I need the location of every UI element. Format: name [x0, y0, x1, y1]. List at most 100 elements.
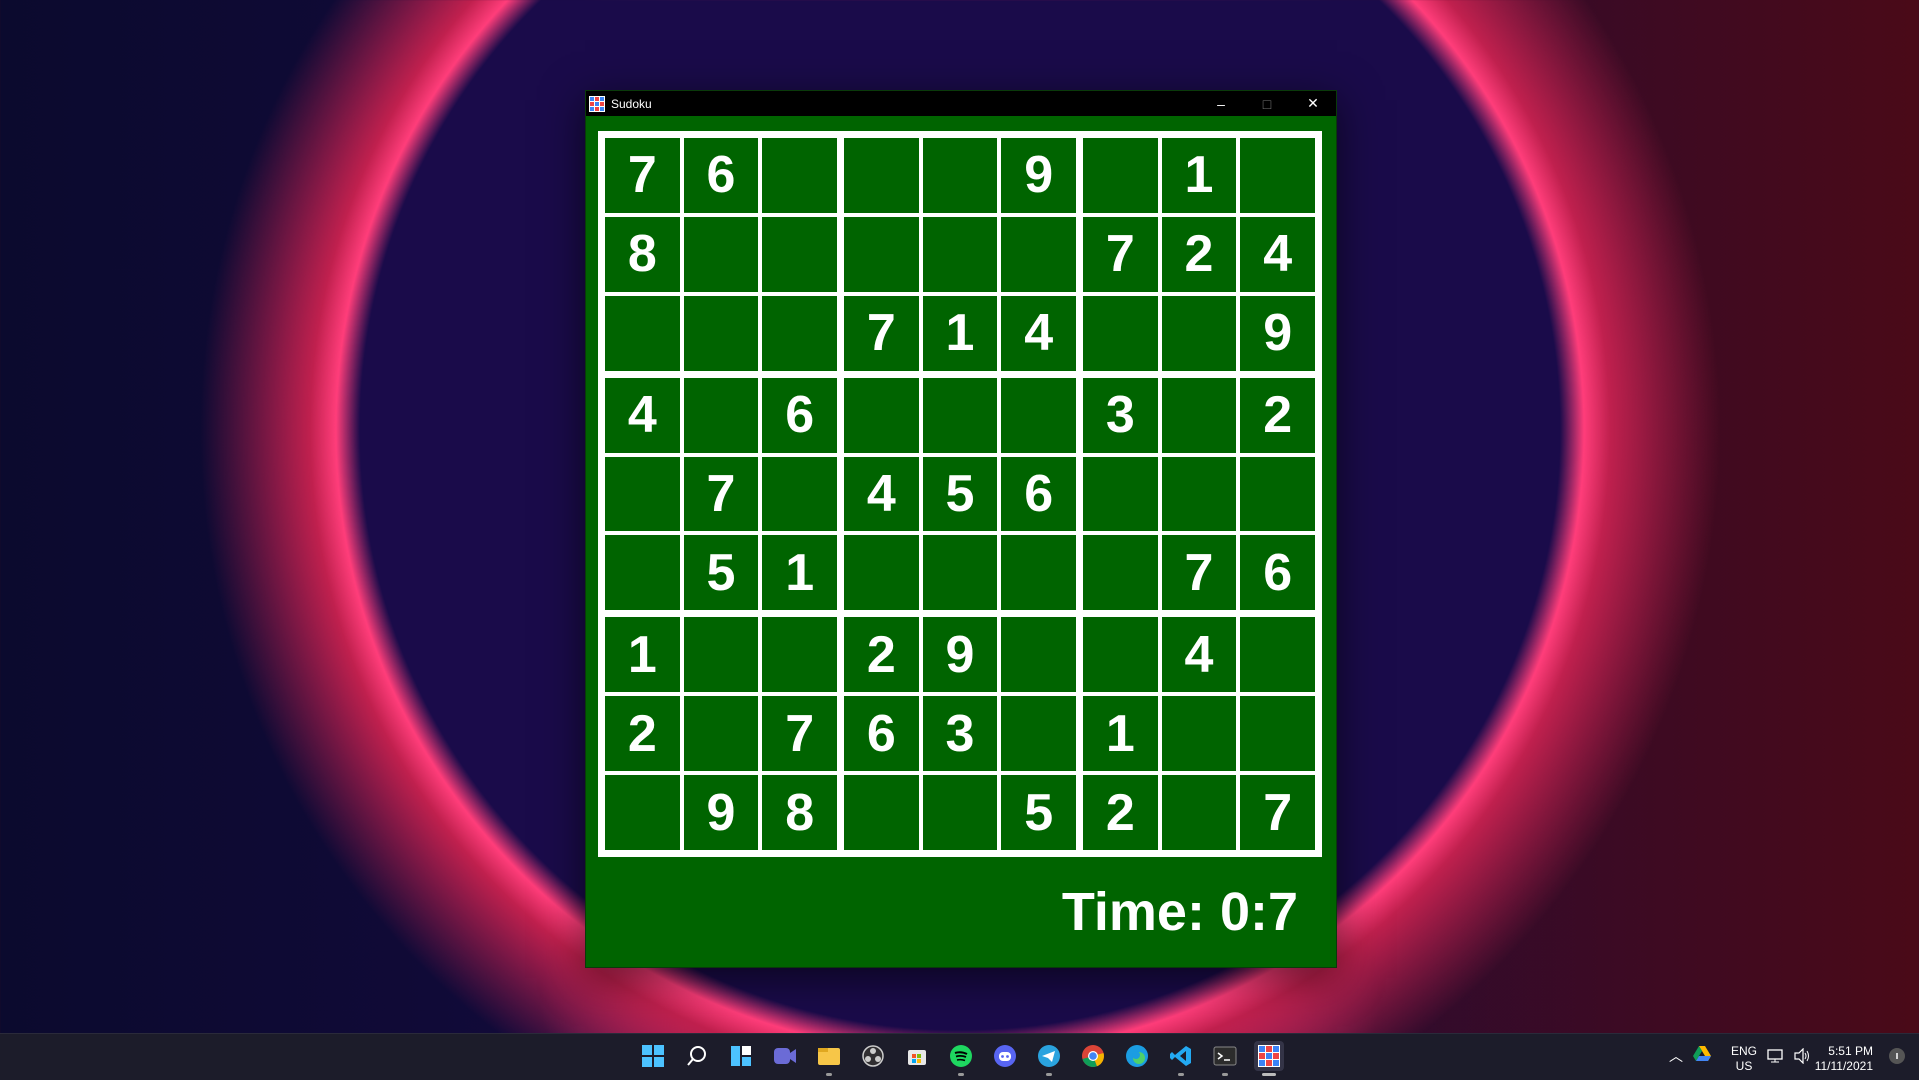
sudoku-cell[interactable]: [1001, 617, 1076, 693]
windows-start-icon[interactable]: [638, 1041, 668, 1071]
sudoku-cell[interactable]: 4: [1161, 617, 1237, 693]
sudoku-cell[interactable]: [762, 617, 837, 693]
sudoku-cell[interactable]: [1161, 456, 1237, 532]
sudoku-cell[interactable]: [683, 617, 759, 693]
search-icon[interactable]: [682, 1041, 712, 1071]
obs-icon[interactable]: [858, 1041, 888, 1071]
sudoku-cell[interactable]: [683, 216, 759, 292]
sudoku-cell[interactable]: [844, 216, 919, 292]
sudoku-cell[interactable]: 4: [1001, 295, 1076, 371]
sudoku-cell[interactable]: 6: [1001, 456, 1076, 532]
sudoku-cell[interactable]: 4: [1240, 216, 1315, 292]
sudoku-cell[interactable]: [605, 775, 680, 850]
sudoku-cell[interactable]: [1161, 775, 1237, 850]
vscode-icon[interactable]: [1166, 1041, 1196, 1076]
sudoku-cell[interactable]: 2: [844, 617, 919, 693]
sudoku-cell[interactable]: [1001, 216, 1076, 292]
file-explorer-icon[interactable]: [814, 1041, 844, 1076]
sudoku-cell[interactable]: [922, 216, 998, 292]
sudoku-cell[interactable]: 6: [844, 696, 919, 772]
title-bar[interactable]: Sudoku – □ ✕: [586, 91, 1336, 116]
sudoku-cell[interactable]: [1161, 295, 1237, 371]
sudoku-cell[interactable]: [1001, 535, 1076, 611]
sudoku-cell[interactable]: 3: [922, 696, 998, 772]
sudoku-cell[interactable]: [683, 377, 759, 453]
sudoku-cell[interactable]: 9: [1001, 138, 1076, 213]
sudoku-cell[interactable]: 5: [683, 535, 759, 611]
sudoku-cell[interactable]: 3: [1083, 377, 1158, 453]
sudoku-cell[interactable]: 1: [762, 535, 837, 611]
sudoku-cell[interactable]: [762, 295, 837, 371]
sudoku-cell[interactable]: 5: [922, 456, 998, 532]
sudoku-cell[interactable]: 4: [844, 456, 919, 532]
sudoku-cell[interactable]: 7: [1083, 216, 1158, 292]
sudoku-cell[interactable]: 4: [605, 377, 680, 453]
sudoku-cell[interactable]: [1240, 138, 1315, 213]
close-button[interactable]: ✕: [1290, 91, 1336, 116]
sudoku-cell[interactable]: 9: [1240, 295, 1315, 371]
widgets-icon[interactable]: [726, 1041, 756, 1071]
sudoku-cell[interactable]: 2: [605, 696, 680, 772]
clock[interactable]: 5:51 PM 11/11/2021: [1815, 1044, 1873, 1074]
sudoku-cell[interactable]: [1001, 377, 1076, 453]
chrome-icon[interactable]: [1078, 1041, 1108, 1071]
sudoku-cell[interactable]: [1083, 535, 1158, 611]
volume-icon[interactable]: [1793, 1047, 1811, 1067]
sudoku-cell[interactable]: 8: [605, 216, 680, 292]
sudoku-cell[interactable]: 6: [1240, 535, 1315, 611]
store-icon[interactable]: [902, 1041, 932, 1071]
sudoku-cell[interactable]: [683, 696, 759, 772]
sudoku-cell[interactable]: 6: [683, 138, 759, 213]
discord-icon[interactable]: [990, 1041, 1020, 1071]
sudoku-cell[interactable]: 1: [1083, 696, 1158, 772]
sudoku-cell[interactable]: 8: [762, 775, 837, 850]
sudoku-cell[interactable]: [605, 295, 680, 371]
sudoku-taskbar-icon[interactable]: [1254, 1041, 1284, 1076]
sudoku-cell[interactable]: 1: [922, 295, 998, 371]
sudoku-cell[interactable]: 7: [605, 138, 680, 213]
spotify-icon[interactable]: [946, 1041, 976, 1076]
minimize-button[interactable]: –: [1198, 91, 1244, 116]
sudoku-cell[interactable]: 9: [683, 775, 759, 850]
sudoku-cell[interactable]: [922, 138, 998, 213]
google-drive-icon[interactable]: [1693, 1046, 1711, 1065]
sudoku-cell[interactable]: [1240, 696, 1315, 772]
language-indicator[interactable]: ENG US: [1731, 1044, 1757, 1074]
maximize-button[interactable]: □: [1244, 91, 1290, 116]
sudoku-cell[interactable]: 9: [922, 617, 998, 693]
sudoku-cell[interactable]: [762, 138, 837, 213]
sudoku-cell[interactable]: [1161, 377, 1237, 453]
sudoku-cell[interactable]: [844, 535, 919, 611]
sudoku-cell[interactable]: 7: [1240, 775, 1315, 850]
sudoku-cell[interactable]: [1240, 617, 1315, 693]
sudoku-cell[interactable]: [605, 535, 680, 611]
sudoku-cell[interactable]: [1083, 456, 1158, 532]
sudoku-cell[interactable]: [1083, 138, 1158, 213]
sudoku-cell[interactable]: 5: [1001, 775, 1076, 850]
sudoku-cell[interactable]: 6: [762, 377, 837, 453]
network-icon[interactable]: [1767, 1048, 1785, 1067]
sudoku-cell[interactable]: [1240, 456, 1315, 532]
sudoku-cell[interactable]: [1001, 696, 1076, 772]
sudoku-cell[interactable]: [844, 138, 919, 213]
notification-icon[interactable]: [1889, 1048, 1905, 1064]
sudoku-cell[interactable]: [605, 456, 680, 532]
sudoku-cell[interactable]: [844, 775, 919, 850]
sudoku-cell[interactable]: [922, 775, 998, 850]
sudoku-cell[interactable]: [1083, 295, 1158, 371]
sudoku-cell[interactable]: [1083, 617, 1158, 693]
sudoku-cell[interactable]: 7: [1161, 535, 1237, 611]
sudoku-cell[interactable]: 7: [762, 696, 837, 772]
sudoku-cell[interactable]: 2: [1161, 216, 1237, 292]
sudoku-cell[interactable]: 1: [1161, 138, 1237, 213]
sudoku-cell[interactable]: [762, 216, 837, 292]
sudoku-cell[interactable]: [922, 377, 998, 453]
sudoku-cell[interactable]: 2: [1083, 775, 1158, 850]
chevron-up-icon[interactable]: ︿: [1669, 1046, 1683, 1066]
sudoku-cell[interactable]: 2: [1240, 377, 1315, 453]
telegram-icon[interactable]: [1034, 1041, 1064, 1076]
sudoku-cell[interactable]: 1: [605, 617, 680, 693]
sudoku-cell[interactable]: [762, 456, 837, 532]
sudoku-cell[interactable]: 7: [844, 295, 919, 371]
sudoku-cell[interactable]: [1161, 696, 1237, 772]
